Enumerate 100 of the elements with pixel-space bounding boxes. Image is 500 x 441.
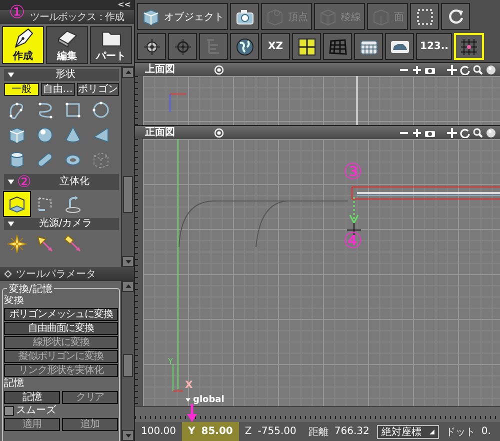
toolbar-button[interactable]: XZ: [261, 33, 290, 60]
coordinate-field[interactable]: Y 85.00: [182, 422, 239, 441]
toolbar-button[interactable]: [385, 33, 414, 60]
coordinate-field[interactable]: 距離 766.32: [302, 422, 376, 441]
field-label: ドット: [445, 426, 476, 438]
step-marker: ①: [9, 4, 26, 22]
field-label: Z: [244, 426, 252, 437]
field-value: -755.00: [258, 426, 296, 437]
step-marker: ④: [343, 231, 363, 253]
expand-triangle-icon[interactable]: [7, 71, 15, 79]
scrollbar[interactable]: [121, 281, 134, 441]
field-label: Y: [188, 426, 196, 437]
collapse-button[interactable]: <<: [114, 0, 134, 10]
section-header[interactable]: 形状: [4, 69, 119, 81]
coordinate-field[interactable]: Z -755.00: [238, 422, 302, 441]
grid-icon: [328, 36, 348, 56]
shape-tab[interactable]: 自由…: [40, 83, 75, 96]
section-title: 光源/カメラ: [38, 218, 94, 230]
coordinate-mode-dropdown[interactable]: 絶対座標: [377, 424, 440, 438]
scroll-up-button[interactable]: [122, 281, 134, 292]
convert-button[interactable]: ポリゴンメッシュに変換: [4, 308, 118, 321]
axis-gizmo: [172, 364, 184, 392]
spotlight-icon: [35, 234, 55, 254]
plus-icon: [412, 64, 422, 74]
axis-label: X: [185, 380, 193, 391]
coordinate-field[interactable]: 100.00: [135, 422, 182, 441]
field-value: 85.00: [201, 426, 233, 437]
scrollbar[interactable]: [121, 67, 134, 267]
extrude-cube-icon: [7, 194, 27, 214]
flashlight-icon: [63, 234, 83, 254]
toolbar-button[interactable]: [441, 3, 470, 30]
diamond-icon: [4, 270, 12, 278]
step-marker: ③: [343, 162, 363, 184]
panel-title: ツールボックス：作成: [30, 10, 124, 24]
checkbox-label: スムーズ: [16, 405, 56, 417]
cube-icon: [7, 125, 27, 145]
convert-button[interactable]: 自由曲面に変換: [4, 322, 118, 335]
field-value: 766.32: [334, 426, 370, 437]
section-title: 立体化: [58, 176, 91, 188]
toolbox-tab[interactable]: 作成: [2, 26, 44, 64]
toolbar-button[interactable]: [354, 33, 383, 60]
grid-dots-icon: [459, 36, 480, 56]
quad-grid-icon: [296, 36, 316, 56]
toolbox-tab[interactable]: パート: [90, 26, 132, 64]
axis-gizmo: [170, 94, 186, 112]
section-header[interactable]: ② 立体化: [4, 174, 119, 190]
coordinate-space-label[interactable]: global: [193, 395, 224, 405]
move-icon: [447, 128, 457, 138]
toolbar-button[interactable]: [292, 33, 321, 60]
expand-triangle-icon[interactable]: [7, 178, 15, 186]
scroll-down-button[interactable]: [122, 256, 134, 267]
toolbar-button[interactable]: [230, 3, 259, 30]
sphere-icon: [35, 125, 55, 145]
tool-button[interactable]: [4, 192, 30, 216]
memory-button[interactable]: 記憶: [4, 391, 60, 404]
scroll-down-button[interactable]: [122, 430, 134, 441]
step-marker: ②: [17, 174, 32, 190]
target-circle-icon: [214, 64, 224, 74]
section-header[interactable]: 光源/カメラ: [4, 218, 119, 230]
move-icon: [447, 64, 457, 74]
toolbar-button[interactable]: [230, 33, 259, 60]
checkbox[interactable]: [4, 406, 14, 416]
toolbar-button[interactable]: [410, 3, 439, 30]
zoom-icon: [473, 64, 483, 74]
rectangle-icon: [63, 100, 83, 120]
sparkle-icon: [7, 234, 27, 254]
expand-triangle-icon[interactable]: [7, 220, 15, 228]
scroll-thumb[interactable]: [123, 176, 133, 214]
ruler: [135, 76, 143, 125]
rotate-icon: [460, 128, 470, 138]
circle-icon: [91, 100, 111, 120]
front-view-canvas[interactable]: Y X ③ ④ global: [143, 139, 500, 406]
globe-icon: [234, 36, 254, 56]
rotate-icon: [460, 64, 470, 74]
panel-title: ツールパラメータ: [16, 268, 96, 281]
up-arrow-icon: [124, 69, 132, 76]
plus-icon: [412, 128, 422, 138]
zoom-icon: [473, 128, 483, 138]
scroll-thumb[interactable]: [123, 354, 133, 377]
toolbar-button[interactable]: オブジェクト: [137, 3, 228, 30]
cube-icon: [141, 6, 161, 26]
scroll-up-button[interactable]: [122, 67, 134, 78]
toolbar-button[interactable]: 123..: [416, 33, 452, 60]
target-icon: [142, 36, 162, 56]
guide-arrow: [349, 197, 359, 225]
field-value: 100.00: [141, 426, 176, 437]
cone-icon: [63, 125, 83, 145]
shape-tab[interactable]: 一般: [4, 83, 38, 96]
sphere-icon: [486, 128, 496, 138]
axis-line: [356, 76, 358, 125]
viewport-title[interactable]: 正面図: [145, 126, 175, 138]
field-label: 距離: [308, 426, 328, 438]
toolbox-tab[interactable]: 編集: [46, 26, 88, 64]
down-arrow-icon: [124, 258, 132, 265]
viewport-title[interactable]: 上面図: [145, 64, 175, 76]
shape-tab[interactable]: ポリゴン: [77, 83, 119, 96]
toolbar-button[interactable]: [137, 33, 166, 60]
pointer-arrow-icon: [187, 404, 197, 422]
target-circle-icon: [214, 128, 224, 138]
dashed-rect-icon: [414, 6, 434, 26]
